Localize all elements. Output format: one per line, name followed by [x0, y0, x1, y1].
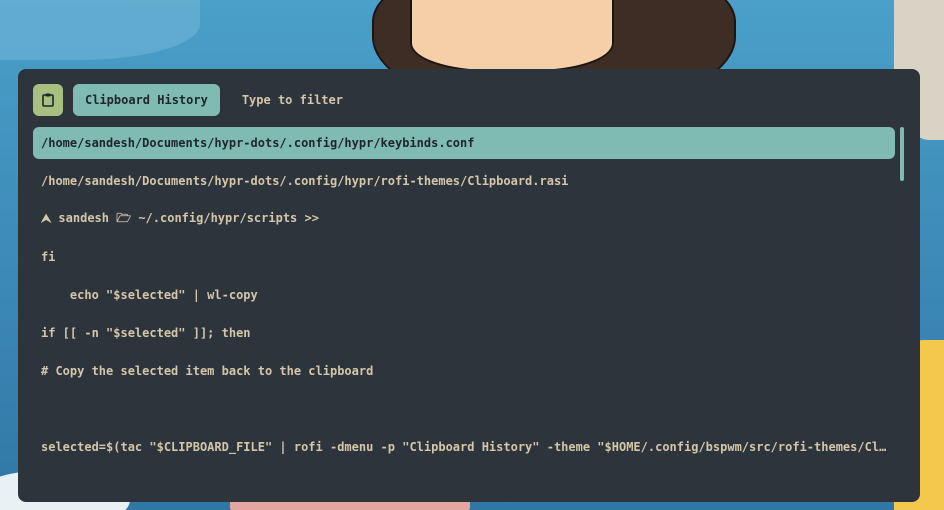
clipboard-icon[interactable]: [33, 84, 63, 116]
list-item[interactable]: if [[ -n "$selected" ]]; then: [33, 317, 895, 349]
list-item[interactable]: selected=$(tac "$CLIPBOARD_FILE" | rofi …: [33, 431, 895, 463]
scrollbar-handle[interactable]: [900, 127, 904, 181]
list-item[interactable]: fi: [33, 241, 895, 273]
list-item[interactable]: /home/sandesh/Documents/hypr-dots/.confi…: [33, 127, 895, 159]
clipboard-launcher-window: Clipboard History /home/sandesh/Document…: [18, 69, 920, 502]
input-bar: Clipboard History: [33, 84, 542, 116]
list-item[interactable]: # Copy the selected item back to the cli…: [33, 355, 895, 387]
list-item[interactable]: [33, 393, 895, 425]
clipboard-entry-list: /home/sandesh/Documents/hypr-dots/.confi…: [33, 127, 895, 469]
list-item[interactable]: /home/sandesh/Documents/hypr-dots/.confi…: [33, 165, 895, 197]
list-item[interactable]: echo "$selected" | wl-copy: [33, 279, 895, 311]
list-item[interactable]: ⮝ sandesh 🗁 ~/.config/hypr/scripts >>: [33, 203, 895, 235]
filter-input[interactable]: [241, 93, 542, 107]
prompt-label: Clipboard History: [73, 84, 220, 116]
